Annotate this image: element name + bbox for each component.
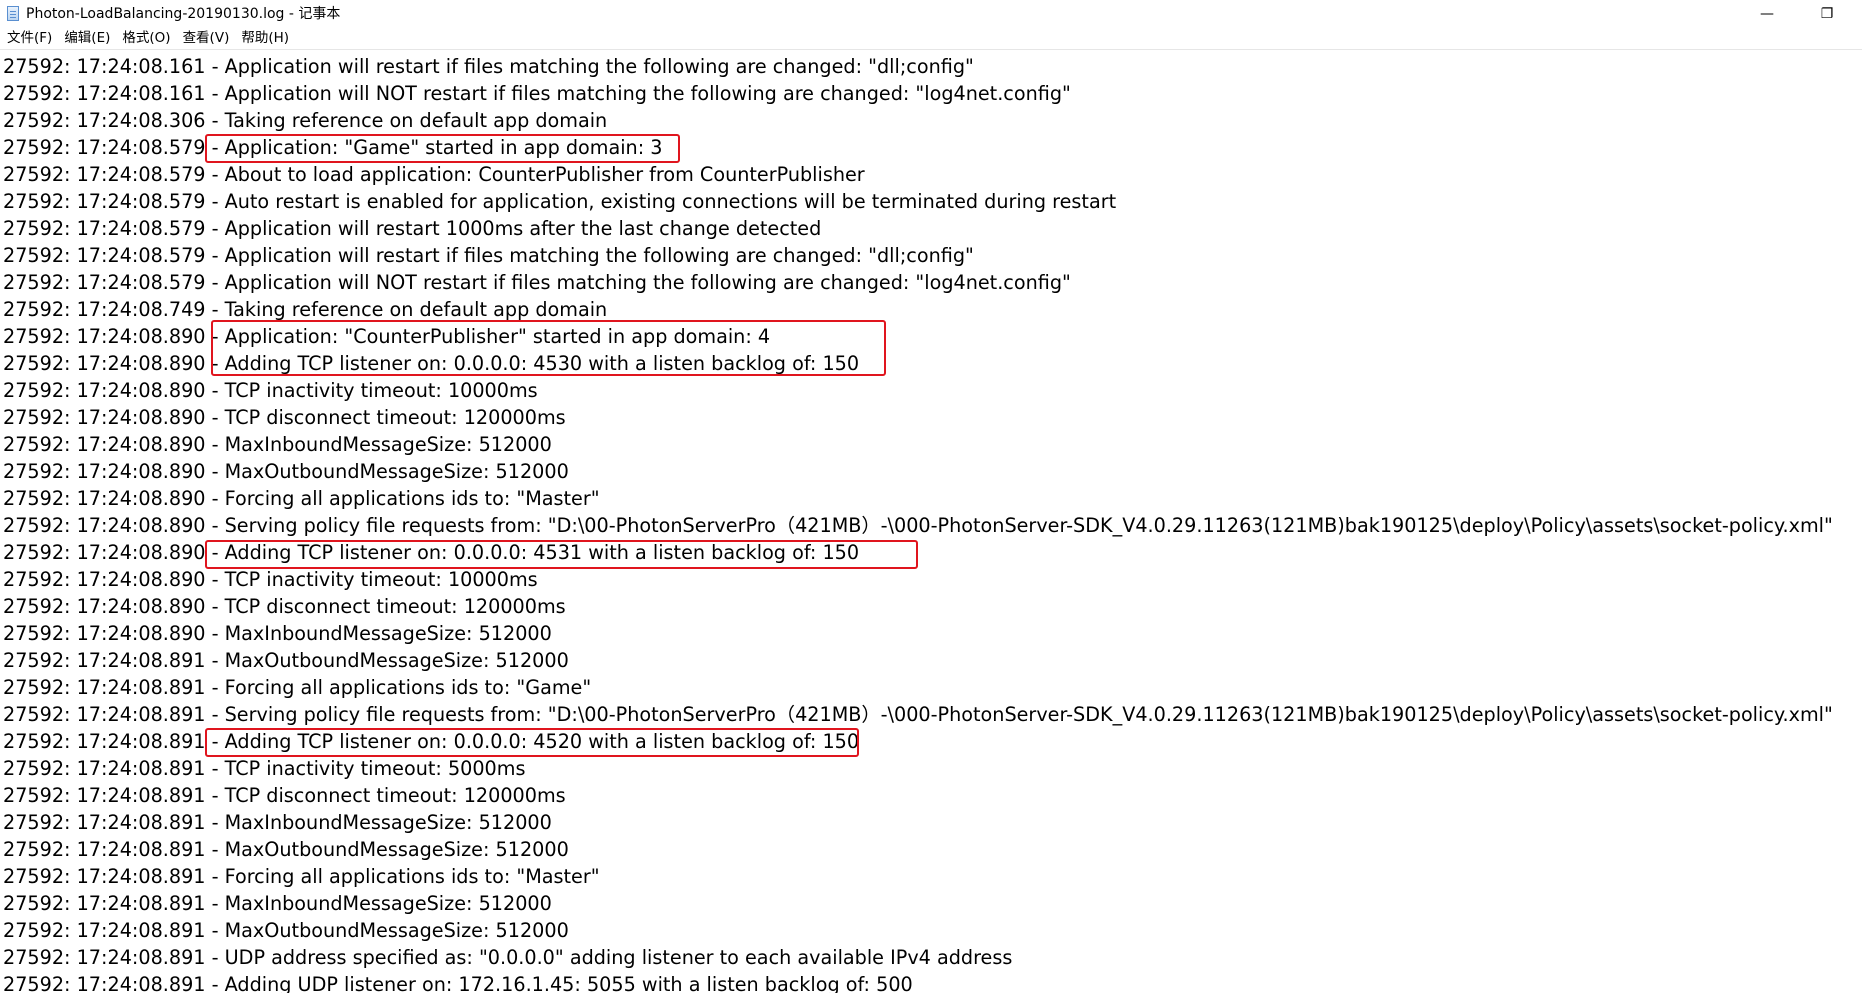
window-title: Photon-LoadBalancing-20190130.log - 记事本 [26,6,341,22]
log-line: 27592: 17:24:08.890 - TCP inactivity tim… [3,379,538,402]
log-line: 27592: 17:24:08.890 - MaxInboundMessageS… [3,433,552,456]
log-line: 27592: 17:24:08.579 - Auto restart is en… [3,190,1117,213]
log-line: 27592: 17:24:08.891 - MaxOutboundMessage… [3,838,569,861]
log-line: 27592: 17:24:08.579 - About to load appl… [3,163,865,186]
log-line: 27592: 17:24:08.890 - TCP disconnect tim… [3,406,566,429]
title-bar: Photon-LoadBalancing-20190130.log - 记事本 … [0,0,1862,28]
log-line: 27592: 17:24:08.890 - MaxInboundMessageS… [3,622,552,645]
menu-file[interactable]: 文件(F) [0,29,58,48]
log-line: 27592: 17:24:08.891 - Forcing all applic… [3,865,600,888]
log-line: 27592: 17:24:08.891 - Adding UDP listene… [3,973,913,993]
notepad-icon [7,6,19,21]
log-line: 27592: 17:24:08.749 - Taking reference o… [3,298,608,321]
log-line: 27592: 17:24:08.161 - Application will r… [3,55,974,78]
log-line: 27592: 17:24:08.891 - Serving policy fil… [3,703,1833,726]
log-line: 27592: 17:24:08.890 - TCP disconnect tim… [3,595,566,618]
highlight-box [205,134,680,163]
text-editor-area[interactable]: 27592: 17:24:08.161 - Application will r… [0,50,1862,993]
log-line: 27592: 17:24:08.161 - Application will N… [3,82,1071,105]
menu-edit[interactable]: 编辑(E) [58,29,116,48]
log-line: 27592: 17:24:08.891 - UDP address specif… [3,946,1013,969]
highlight-box [205,728,859,757]
log-line: 27592: 17:24:08.891 - MaxInboundMessageS… [3,892,552,915]
menu-help[interactable]: 帮助(H) [235,29,295,48]
log-line: 27592: 17:24:08.890 - Serving policy fil… [3,514,1833,537]
highlight-box [211,320,886,376]
log-line: 27592: 17:24:08.891 - MaxOutboundMessage… [3,649,569,672]
log-line: 27592: 17:24:08.891 - TCP inactivity tim… [3,757,526,780]
restore-button[interactable]: ❐ [1800,0,1854,28]
log-line: 27592: 17:24:08.890 - MaxOutboundMessage… [3,460,569,483]
log-line: 27592: 17:24:08.891 - Forcing all applic… [3,676,592,699]
minimize-button[interactable]: — [1740,0,1794,28]
log-line: 27592: 17:24:08.890 - TCP inactivity tim… [3,568,538,591]
log-line: 27592: 17:24:08.579 - Application will r… [3,244,974,267]
log-line: 27592: 17:24:08.891 - MaxInboundMessageS… [3,811,552,834]
menu-view[interactable]: 查看(V) [177,29,236,48]
menu-format[interactable]: 格式(O) [116,29,176,48]
log-line: 27592: 17:24:08.891 - MaxOutboundMessage… [3,919,569,942]
log-line: 27592: 17:24:08.891 - TCP disconnect tim… [3,784,566,807]
log-line: 27592: 17:24:08.890 - Forcing all applic… [3,487,600,510]
log-line: 27592: 17:24:08.579 - Application will r… [3,217,822,240]
minimize-icon: — [1760,6,1774,22]
log-line: 27592: 17:24:08.306 - Taking reference o… [3,109,608,132]
highlight-box [205,540,918,569]
log-line: 27592: 17:24:08.579 - Application will N… [3,271,1071,294]
restore-icon: ❐ [1820,6,1834,22]
menu-bar: 文件(F) 编辑(E) 格式(O) 查看(V) 帮助(H) [0,28,1862,50]
